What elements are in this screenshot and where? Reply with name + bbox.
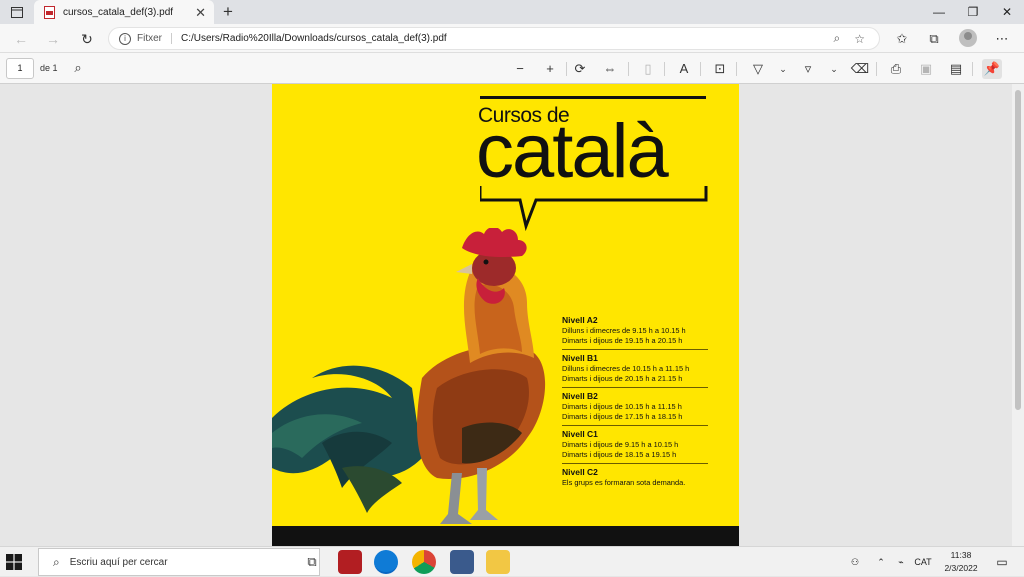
word-app-icon[interactable]: [450, 550, 474, 574]
pdf-page: Cursos de català Nivell A2 Dilluns i dim…: [272, 84, 739, 546]
draw-icon[interactable]: ▽: [748, 59, 768, 79]
course-schedule: Dimarts i dijous de 19.15 h a 20.15 h: [562, 336, 683, 345]
course-b2: Nivell B2 Dimarts i dijous de 10.15 h a …: [562, 388, 708, 426]
url-field[interactable]: i Fitxer C:/Users/Radio%20Illa/Downloads…: [108, 27, 880, 50]
people-icon[interactable]: ⚇: [846, 547, 864, 577]
course-level: Nivell B2: [562, 391, 598, 401]
language-indicator[interactable]: CAT: [912, 547, 934, 577]
add-text-icon[interactable]: ⊡: [710, 59, 730, 79]
course-schedule: Els grups es formaran sota demanda.: [562, 478, 686, 487]
zoom-out-icon[interactable]: −: [510, 59, 530, 79]
scrollbar[interactable]: [1012, 84, 1024, 546]
system-clock[interactable]: 11:38 2/3/2022: [936, 549, 986, 575]
taskbar: ⌕ Escriu aquí per cercar ⧉ ⚇ ⌃ ⌁ CAT 11:…: [0, 546, 1024, 576]
course-list: Nivell A2 Dilluns i dimecres de 9.15 h a…: [562, 312, 708, 491]
course-schedule: Dimarts i dijous de 17.15 h a 18.15 h: [562, 412, 683, 421]
scroll-thumb[interactable]: [1015, 90, 1021, 410]
windows-start-icon[interactable]: [6, 554, 22, 570]
save-as-icon[interactable]: ▤: [946, 59, 966, 79]
add-favorite-icon[interactable]: ☆: [854, 32, 865, 46]
course-b1: Nivell B1 Dilluns i dimecres de 10.15 h …: [562, 350, 708, 388]
back-icon[interactable]: ←: [10, 28, 32, 50]
page-view-icon[interactable]: ▯: [638, 59, 658, 79]
course-schedule: Dimarts i dijous de 9.15 h a 10.15 h: [562, 440, 679, 449]
course-level: Nivell C2: [562, 467, 598, 477]
course-schedule: Dilluns i dimecres de 9.15 h a 10.15 h: [562, 326, 686, 335]
chrome-icon[interactable]: [412, 550, 436, 574]
title-bar: cursos_catala_def(3).pdf ✕ + — ❐ ✕: [0, 0, 1024, 24]
clock-time: 11:38: [950, 550, 972, 560]
favorites-icon[interactable]: ✩: [892, 29, 912, 49]
divider: [566, 62, 567, 76]
page-count: de 1: [40, 63, 58, 73]
print-icon[interactable]: ⎙: [886, 59, 906, 79]
profile-avatar[interactable]: [959, 29, 977, 47]
course-level: Nivell A2: [562, 315, 598, 325]
speech-bubble-tail: [480, 186, 708, 232]
address-bar: ← → ↻ i Fitxer C:/Users/Radio%20Illa/Dow…: [0, 24, 1024, 53]
eraser-icon[interactable]: ⌫: [850, 59, 870, 79]
notifications-icon[interactable]: ▭: [992, 547, 1012, 577]
course-a2: Nivell A2 Dilluns i dimecres de 9.15 h a…: [562, 312, 708, 350]
collections-icon[interactable]: ⧉: [924, 29, 944, 49]
more-icon[interactable]: ⋯: [992, 29, 1012, 49]
url-text[interactable]: C:/Users/Radio%20Illa/Downloads/cursos_c…: [181, 33, 834, 44]
zoom-icon[interactable]: ⌕: [834, 31, 841, 46]
course-level: Nivell B1: [562, 353, 598, 363]
course-c2: Nivell C2 Els grups es formaran sota dem…: [562, 464, 708, 491]
headline-big: català: [476, 109, 669, 194]
course-schedule: Dilluns i dimecres de 10.15 h a 11.15 h: [562, 364, 690, 373]
file-explorer-icon[interactable]: [486, 550, 510, 574]
restore-icon[interactable]: ❐: [956, 0, 990, 24]
pdf-toolbar: 1 de 1 ⌕ − + ⟳ ⇔ ▯ A ⊡ ▽ ⌄ ▿ ⌄ ⌫ ⎙ ▣ ▤ 📌: [0, 53, 1024, 84]
pin-toolbar-icon[interactable]: 📌: [982, 59, 1002, 79]
poster-footer-band: [272, 526, 739, 546]
highlight-options-chevron-icon[interactable]: ⌄: [824, 59, 844, 79]
course-level: Nivell C1: [562, 429, 598, 439]
app-icon-red[interactable]: [338, 550, 362, 574]
course-schedule: Dimarts i dijous de 10.15 h a 11.15 h: [562, 402, 682, 411]
browser-tab[interactable]: cursos_catala_def(3).pdf ✕: [34, 0, 214, 24]
rooster-illustration: [272, 228, 546, 524]
tab-title: cursos_catala_def(3).pdf: [63, 6, 174, 18]
address-scheme: Fitxer: [137, 33, 172, 44]
divider: [736, 62, 737, 76]
fit-page-icon[interactable]: ⇔: [600, 59, 620, 79]
info-icon[interactable]: i: [119, 32, 131, 45]
search-icon[interactable]: ⌕: [68, 58, 88, 78]
taskbar-search-input[interactable]: ⌕ Escriu aquí per cercar: [38, 548, 320, 576]
chevron-up-icon[interactable]: ⌃: [872, 547, 890, 577]
edge-icon[interactable]: [374, 550, 398, 574]
pdf-file-icon: [44, 5, 55, 19]
save-icon[interactable]: ▣: [916, 59, 936, 79]
forward-icon[interactable]: →: [42, 28, 64, 50]
draw-options-chevron-icon[interactable]: ⌄: [773, 59, 793, 79]
page-number-input[interactable]: 1: [6, 58, 34, 79]
zoom-in-icon[interactable]: +: [540, 59, 560, 79]
headline-rule: [480, 96, 706, 99]
divider: [664, 62, 665, 76]
network-icon[interactable]: ⌁: [892, 547, 910, 577]
course-schedule: Dimarts i dijous de 20.15 h a 21.15 h: [562, 374, 683, 383]
new-tab-button[interactable]: +: [218, 2, 238, 22]
highlight-icon[interactable]: ▿: [798, 59, 818, 79]
divider: [972, 62, 973, 76]
clock-date: 2/3/2022: [944, 563, 978, 573]
minimize-icon[interactable]: —: [922, 0, 956, 24]
tab-close-icon[interactable]: ✕: [195, 6, 206, 19]
search-icon: ⌕: [53, 554, 60, 569]
course-c1: Nivell C1 Dimarts i dijous de 9.15 h a 1…: [562, 426, 708, 464]
task-view-icon[interactable]: ⧉: [300, 550, 324, 574]
search-placeholder: Escriu aquí per cercar: [69, 556, 168, 568]
divider: [628, 62, 629, 76]
tab-actions-icon[interactable]: [8, 4, 26, 20]
refresh-icon[interactable]: ↻: [76, 28, 98, 50]
divider: [700, 62, 701, 76]
divider: [876, 62, 877, 76]
read-aloud-icon[interactable]: A: [674, 59, 694, 79]
close-icon[interactable]: ✕: [990, 0, 1024, 24]
rotate-icon[interactable]: ⟳: [570, 59, 590, 79]
course-schedule: Dimarts i dijous de 18.15 a 19.15 h: [562, 450, 677, 459]
